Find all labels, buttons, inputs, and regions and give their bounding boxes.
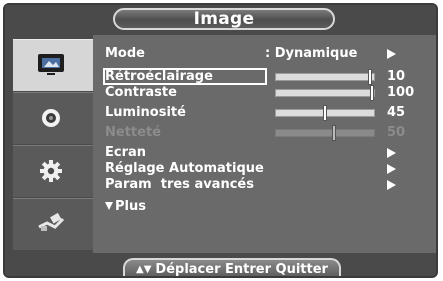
sidebar-item-sound[interactable] [13, 92, 93, 144]
footer-quit: Quitter [275, 262, 328, 277]
sound-icon [42, 109, 60, 127]
chevron-right-icon [387, 164, 396, 174]
up-down-arrows-icon: ▲▼ [136, 264, 152, 275]
menu-item-plus[interactable]: Plus [105, 198, 146, 215]
ecran-label: Ecran [105, 145, 147, 160]
chevron-right-icon [387, 180, 396, 190]
menu-title: Image [193, 9, 255, 29]
reglage-label: Réglage Automatique [105, 161, 264, 176]
input-plug-icon [38, 212, 65, 231]
sidebar-item-picture[interactable] [13, 39, 93, 91]
mode-label: Mode [105, 46, 145, 61]
slider-knob[interactable] [370, 85, 374, 101]
plus-label: Plus [115, 199, 146, 214]
contraste-slider[interactable] [275, 85, 375, 101]
slider-knob [332, 125, 336, 141]
category-sidebar [5, 35, 93, 253]
setup-gear-icon [40, 160, 62, 182]
mode-value: : Dynamique [265, 46, 358, 61]
parametres-label: Param tres avancés [105, 177, 254, 192]
retroeclairage-slider[interactable] [275, 69, 375, 85]
footer-move: Déplacer [155, 262, 221, 277]
sidebar-item-input[interactable] [13, 198, 93, 250]
footer-pill: ▲▼ Déplacer Entrer Quitter [123, 258, 341, 277]
title-bar: Image [5, 5, 436, 35]
chevron-right-icon [387, 49, 396, 59]
footer-bar: ▲▼ Déplacer Entrer Quitter [5, 253, 436, 277]
footer-enter: Entrer [225, 262, 272, 277]
picture-icon [38, 54, 64, 75]
retroeclairage-value: 10 [387, 69, 406, 84]
nettete-slider [275, 125, 375, 141]
menu-panel: Mode : Dynamique Rétroéclairage 10 Contr… [93, 35, 436, 253]
slider-knob[interactable] [323, 105, 327, 121]
contraste-label: Contraste [105, 85, 177, 100]
luminosite-slider[interactable] [275, 105, 375, 121]
luminosite-label: Luminosité [105, 105, 186, 120]
retroeclairage-label: Rétroéclairage [105, 69, 213, 84]
sidebar-item-setup[interactable] [13, 145, 93, 197]
nettete-label: Netteté [105, 125, 161, 140]
triangle-down-icon [105, 202, 113, 210]
chevron-right-icon [387, 148, 396, 158]
title-pill: Image [113, 8, 335, 30]
osd-window: Image Mode: Dynamique Rétroéclairage 10… [3, 3, 438, 278]
contraste-value: 100 [387, 85, 415, 100]
luminosite-value: 45 [387, 105, 406, 120]
slider-knob[interactable] [368, 69, 372, 85]
footer-hints: ▲▼ Déplacer Entrer Quitter [125, 261, 339, 277]
nettete-value: 50 [387, 125, 406, 140]
